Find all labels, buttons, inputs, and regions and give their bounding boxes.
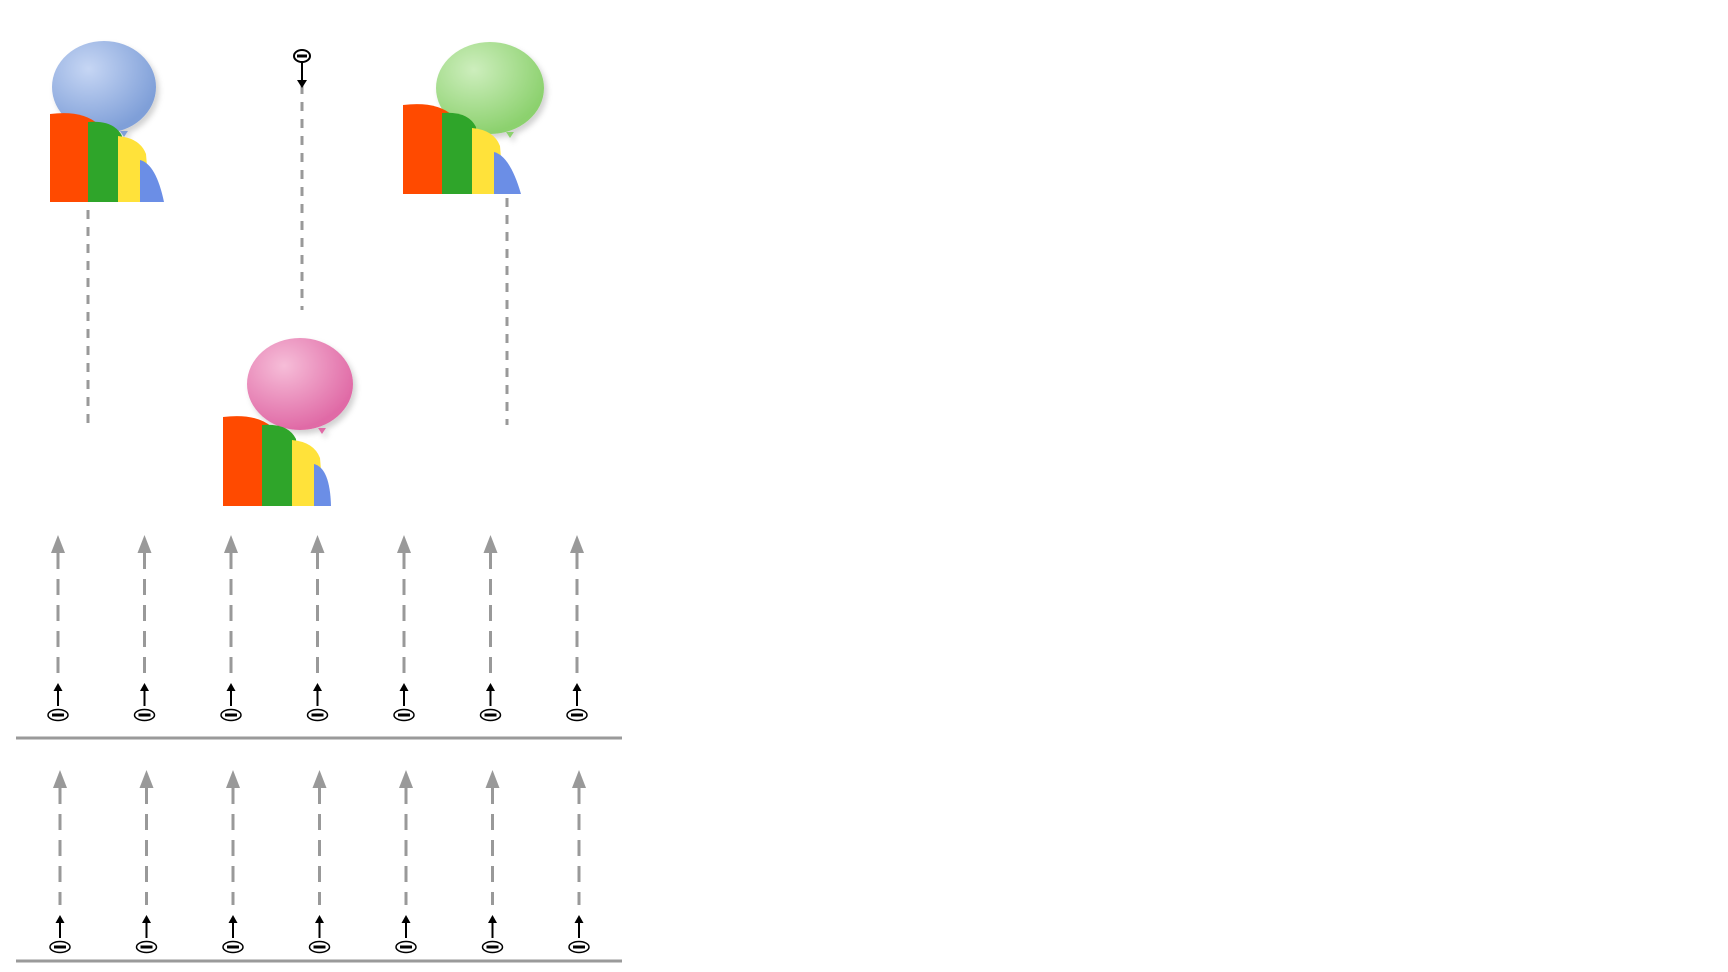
negative-charge-icon-bar (484, 713, 497, 717)
negative-charge-icon-bar (571, 713, 583, 717)
field-row-upper (47, 535, 588, 722)
charge-arrow-icon-head (399, 683, 409, 691)
field-arrow-head (399, 770, 413, 788)
charge-arrow-icon-head (55, 915, 65, 923)
negative-charge-icon-bar (486, 945, 499, 949)
negative-charge-icon-bar (54, 945, 66, 949)
charge-arrow-icon-head (297, 80, 307, 88)
field-arrow-head (51, 535, 65, 553)
rainbow-icon-blue (140, 160, 164, 202)
charge-arrow-icon-head (226, 683, 236, 691)
field-arrow-head (312, 770, 327, 788)
charge-arrow-icon-head (486, 683, 495, 691)
field-arrow (308, 770, 331, 954)
field-arrow-rows (47, 535, 590, 954)
negative-charge-icon-bar (400, 945, 412, 949)
negative-charge-icon-bar (227, 945, 239, 949)
charge-arrow-icon-head (574, 915, 584, 923)
field-arrow (393, 535, 415, 722)
rainbow-blue (50, 113, 164, 202)
pink-path-start-marker (293, 49, 311, 88)
field-arrow (220, 535, 242, 722)
balloon-knot (506, 132, 514, 138)
field-arrow (568, 770, 590, 954)
balloon-pink[interactable] (247, 338, 353, 434)
balloon-knot (318, 428, 326, 434)
field-arrow-head (224, 535, 238, 553)
field-arrow-head (139, 770, 154, 788)
rainbow-icon-blue (494, 152, 521, 194)
negative-charge-icon-bar (311, 713, 324, 717)
field-arrow-head (483, 535, 498, 553)
charge-arrow-icon-head (140, 683, 149, 691)
field-arrow-head (397, 535, 411, 553)
field-arrow (481, 770, 504, 954)
charge-arrow-icon-head (572, 683, 582, 691)
negative-charge-icon-bar (573, 945, 585, 949)
field-arrow-head (226, 770, 240, 788)
negative-charge-icon-bar (297, 54, 307, 58)
negative-charge-icon-bar (313, 945, 326, 949)
rainbow-icon-blue (314, 464, 331, 506)
field-arrow (395, 770, 417, 954)
field-arrow-head (572, 770, 586, 788)
negative-charge-icon-bar (140, 945, 153, 949)
field-arrow (135, 770, 158, 954)
charge-arrow-icon-head (228, 915, 238, 923)
field-arrow-head (53, 770, 67, 788)
rainbow-pink (223, 416, 331, 506)
field-arrow (49, 770, 71, 954)
field-row-lower (49, 770, 590, 954)
negative-charge-icon-bar (138, 713, 151, 717)
balloon-charge-diagram (16, 41, 622, 963)
negative-charge-icon-bar (398, 713, 410, 717)
field-arrow-head (570, 535, 584, 553)
balloons (50, 41, 544, 506)
field-arrow (133, 535, 156, 722)
charge-arrow-icon-head (401, 915, 411, 923)
charge-arrow-icon-head (315, 915, 324, 923)
field-arrow (222, 770, 244, 954)
field-arrow-head (137, 535, 152, 553)
field-arrow-head (310, 535, 325, 553)
field-arrow (306, 535, 329, 722)
charge-arrow-icon-head (142, 915, 151, 923)
field-arrow (566, 535, 588, 722)
balloon-icon (247, 338, 353, 430)
field-arrow (47, 535, 69, 722)
negative-charge-icon-bar (52, 713, 64, 717)
charge-arrow-icon-head (488, 915, 497, 923)
charge-arrow-icon-head (313, 683, 322, 691)
field-arrow-head (485, 770, 500, 788)
field-arrow (479, 535, 502, 722)
charge-arrow-icon-head (53, 683, 63, 691)
negative-charge-icon-bar (225, 713, 237, 717)
